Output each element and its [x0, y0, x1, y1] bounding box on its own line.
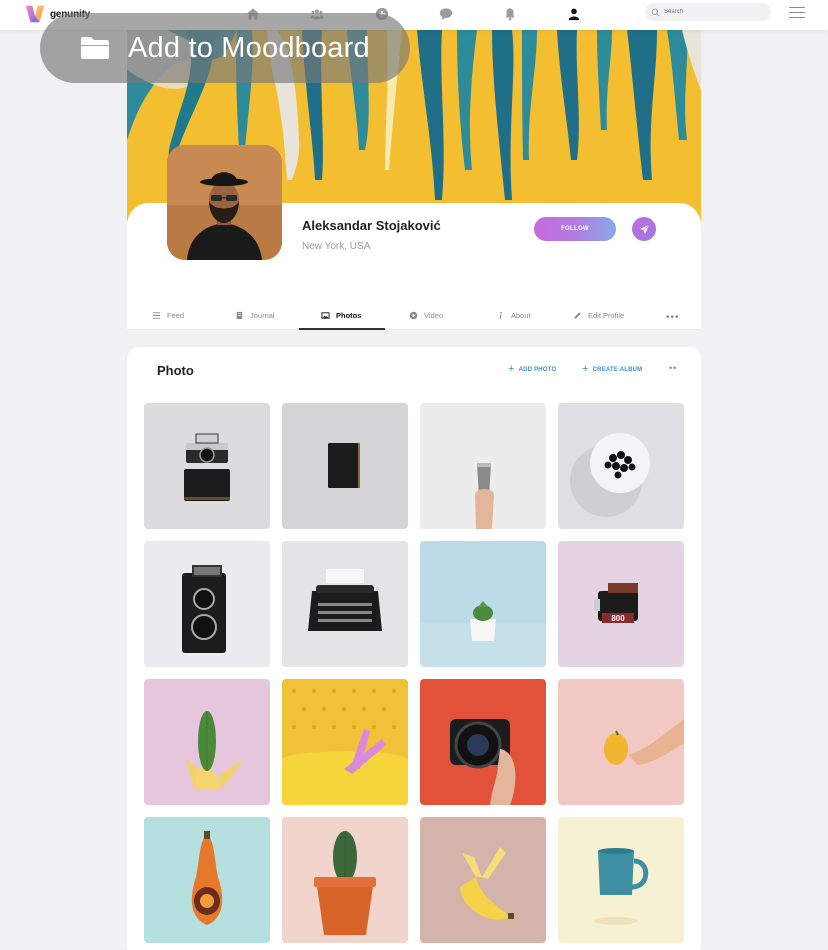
- search-icon: [651, 8, 660, 16]
- photo-tile[interactable]: [558, 817, 684, 943]
- add-photo-label: ADD PHOTO: [518, 366, 557, 373]
- play-icon: [409, 311, 418, 319]
- photo-tile[interactable]: [420, 541, 546, 667]
- photo-tile[interactable]: [558, 403, 684, 529]
- add-photo-button[interactable]: + ADD PHOTO: [508, 364, 556, 375]
- image-icon: [321, 311, 330, 319]
- photo-tile[interactable]: [282, 541, 408, 667]
- photo-tile[interactable]: [144, 679, 270, 805]
- tab-edit-profile[interactable]: Edit Profile: [573, 300, 624, 330]
- tab-label: Edit Profile: [588, 310, 625, 320]
- create-album-button[interactable]: + CREATE ALBUM: [582, 364, 642, 375]
- tab-label: Video: [424, 310, 444, 320]
- search-bar[interactable]: [645, 3, 771, 21]
- plus-icon: +: [582, 363, 589, 375]
- tab-label: About: [511, 310, 531, 320]
- tab-label: Feed: [167, 310, 185, 320]
- photo-tile[interactable]: 800: [558, 541, 684, 667]
- photo-tile[interactable]: [558, 679, 684, 805]
- tab-feed[interactable]: Feed: [152, 300, 184, 330]
- avatar[interactable]: [167, 145, 282, 260]
- plus-icon: +: [508, 363, 515, 375]
- search-input[interactable]: [664, 9, 764, 15]
- add-to-moodboard-button[interactable]: Add to Moodboard: [40, 13, 410, 83]
- tab-about[interactable]: About: [496, 300, 531, 330]
- add-to-moodboard-label: Add to Moodboard: [128, 31, 370, 64]
- hamburger-menu-icon[interactable]: [789, 7, 805, 18]
- tab-video[interactable]: Video: [409, 300, 443, 330]
- profile-name: Aleksandar Stojaković: [302, 218, 441, 233]
- photo-tile[interactable]: [144, 541, 270, 667]
- svg-text:800: 800: [611, 614, 625, 623]
- tab-label: Journal: [250, 310, 275, 320]
- profile-icon[interactable]: [565, 5, 583, 23]
- more-options-icon[interactable]: ••: [669, 363, 677, 373]
- more-options-icon[interactable]: •••: [666, 312, 680, 323]
- tab-label: Photos: [336, 310, 362, 320]
- notebook-icon: [236, 311, 243, 319]
- active-tab-indicator: [299, 328, 385, 330]
- follow-button[interactable]: FOLLOW: [534, 217, 616, 241]
- photo-tile[interactable]: [420, 403, 546, 529]
- paper-plane-icon: [639, 224, 649, 234]
- photo-tile[interactable]: [282, 403, 408, 529]
- send-message-button[interactable]: [632, 217, 656, 241]
- photo-tile[interactable]: [420, 817, 546, 943]
- pencil-icon: [574, 311, 581, 319]
- bell-icon[interactable]: [501, 5, 519, 23]
- info-icon: [499, 311, 502, 319]
- create-album-label: CREATE ALBUM: [592, 366, 643, 373]
- photo-tile[interactable]: [144, 403, 270, 529]
- list-icon: [152, 311, 161, 319]
- profile-location: New York, USA: [302, 241, 371, 252]
- photo-tile[interactable]: [420, 679, 546, 805]
- section-title: Photo: [157, 363, 194, 378]
- photo-tile[interactable]: [282, 817, 408, 943]
- folder-icon: [81, 37, 109, 59]
- tab-photos[interactable]: Photos: [321, 300, 361, 330]
- photo-tile[interactable]: [144, 817, 270, 943]
- chat-icon[interactable]: [437, 5, 455, 23]
- photo-tile[interactable]: [282, 679, 408, 805]
- tab-journal[interactable]: Journal: [235, 300, 275, 330]
- logo-icon: [25, 5, 45, 23]
- profile-tabs: Feed Journal Photos Video About Edit Pro…: [127, 300, 701, 330]
